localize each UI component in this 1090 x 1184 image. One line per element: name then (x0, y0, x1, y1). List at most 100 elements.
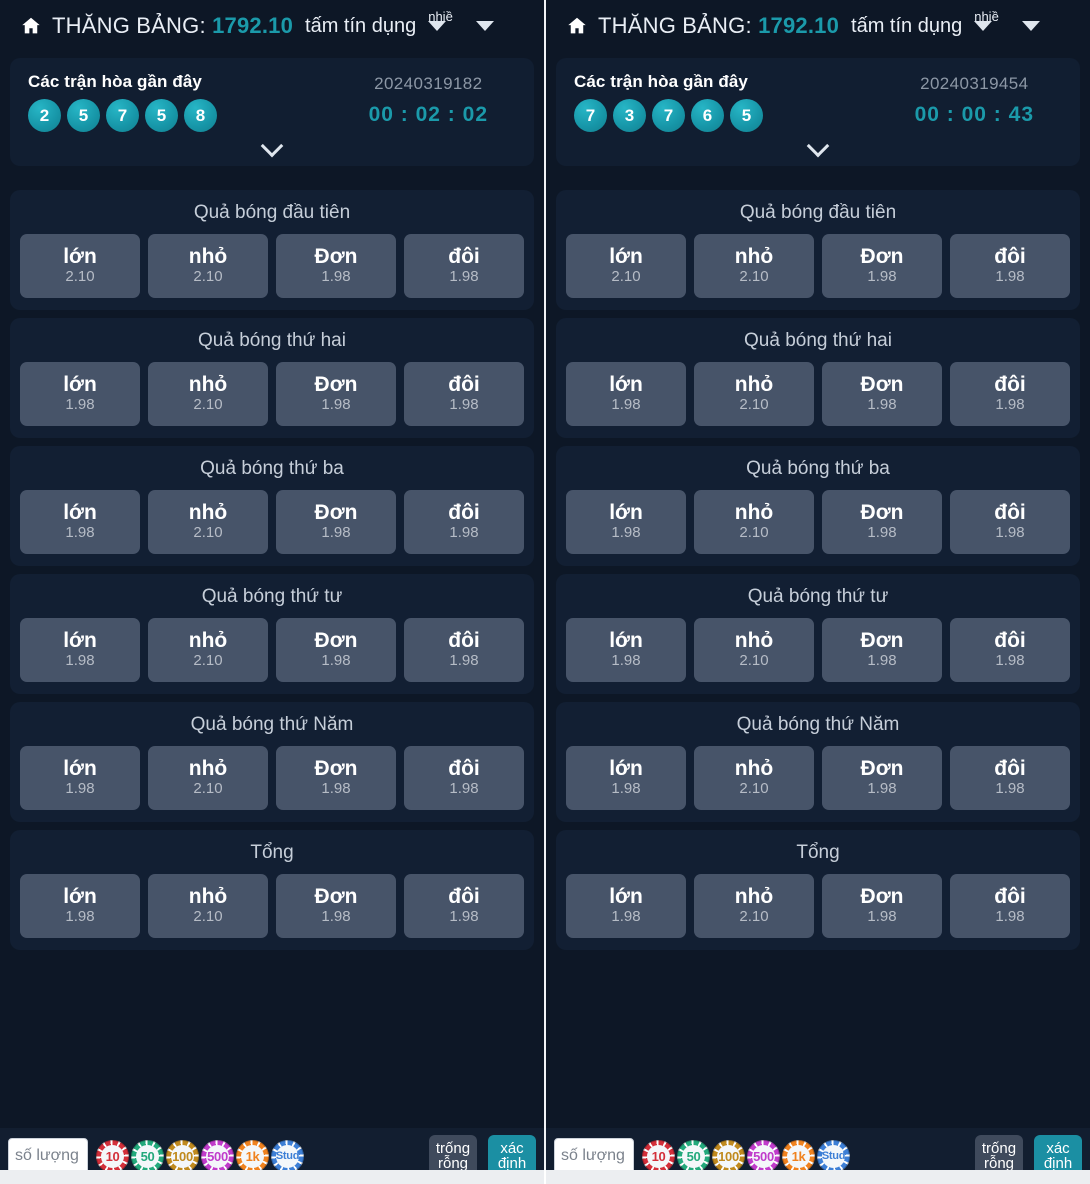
bet-button[interactable]: nhỏ 2.10 (148, 746, 268, 810)
bet-button[interactable]: đôi 1.98 (950, 618, 1070, 682)
amount-input[interactable] (8, 1138, 88, 1174)
bet-button[interactable]: đôi 1.98 (404, 618, 524, 682)
menu-chevron-down-icon[interactable] (476, 21, 495, 31)
market-section: Quả bóng thứ ba lớn 1.98 nhỏ 2.10 Đơn 1.98 … (556, 446, 1080, 566)
bet-button[interactable]: Đơn 1.98 (822, 618, 942, 682)
bet-button[interactable]: nhỏ 2.10 (694, 874, 814, 938)
bet-row: lớn 1.98 nhỏ 2.10 Đơn 1.98 đôi 1.98 (566, 874, 1070, 938)
chip-1k[interactable]: 1k (782, 1139, 815, 1173)
balance-amount: 1792.10 (758, 13, 840, 38)
bet-button[interactable]: lớn 1.98 (20, 874, 140, 938)
bet-button[interactable]: nhỏ 2.10 (148, 618, 268, 682)
bet-odd: 1.98 (995, 524, 1025, 542)
bet-name: nhỏ (188, 629, 228, 653)
bet-button[interactable]: nhỏ 2.10 (694, 746, 814, 810)
bet-button[interactable]: Đơn 1.98 (276, 362, 396, 426)
bet-button[interactable]: lớn 1.98 (566, 618, 686, 682)
bet-button[interactable]: nhỏ 2.10 (148, 490, 268, 554)
bet-button[interactable]: nhỏ 2.10 (148, 234, 268, 298)
home-icon[interactable] (566, 15, 588, 37)
chip-100[interactable]: 100 (712, 1139, 745, 1173)
amount-input[interactable] (554, 1138, 634, 1174)
menu-chevron-down-icon[interactable] (1022, 21, 1041, 31)
bet-odd: 1.98 (65, 524, 95, 542)
bet-button[interactable]: Đơn 1.98 (276, 490, 396, 554)
bet-row: lớn 1.98 nhỏ 2.10 Đơn 1.98 đôi 1.98 (566, 746, 1070, 810)
market-section: Quả bóng thứ ba lớn 1.98 nhỏ 2.10 Đơn 1.98 … (10, 446, 534, 566)
bet-odd: 1.98 (995, 780, 1025, 798)
chip-100[interactable]: 100 (166, 1139, 199, 1173)
bet-button[interactable]: Đơn 1.98 (822, 874, 942, 938)
market-title: Quả bóng đầu tiên (193, 202, 351, 223)
bet-row: lớn 1.98 nhỏ 2.10 Đơn 1.98 đôi 1.98 (20, 746, 524, 810)
bet-button[interactable]: Đơn 1.98 (822, 490, 942, 554)
bet-button[interactable]: Đơn 1.98 (822, 746, 942, 810)
bet-button[interactable]: nhỏ 2.10 (694, 362, 814, 426)
bet-button[interactable]: đôi 1.98 (404, 874, 524, 938)
bet-row: lớn 1.98 nhỏ 2.10 Đơn 1.98 đôi 1.98 (566, 490, 1070, 554)
expand-draws-button[interactable] (574, 132, 1062, 158)
bet-button[interactable]: Đơn 1.98 (276, 618, 396, 682)
bet-button[interactable]: lớn 1.98 (566, 490, 686, 554)
draw-ball: 8 (184, 99, 217, 132)
bet-button[interactable]: lớn 2.10 (20, 234, 140, 298)
bet-button[interactable]: nhỏ 2.10 (148, 874, 268, 938)
bet-button[interactable]: đôi 1.98 (950, 490, 1070, 554)
bet-button[interactable]: đôi 1.98 (404, 746, 524, 810)
market-section: Quả bóng thứ tư lớn 1.98 nhỏ 2.10 Đơn 1.98 … (556, 574, 1080, 694)
bet-button[interactable]: lớn 1.98 (566, 874, 686, 938)
chip-stud[interactable]: Stud (817, 1139, 850, 1173)
bet-button[interactable]: lớn 1.98 (20, 362, 140, 426)
chip-50[interactable]: 50 (677, 1139, 710, 1173)
chip-1k[interactable]: 1k (236, 1139, 269, 1173)
bet-button[interactable]: đôi 1.98 (404, 362, 524, 426)
bet-name: Đơn (314, 501, 358, 525)
bet-button[interactable]: lớn 1.98 (20, 618, 140, 682)
bet-button[interactable]: lớn 1.98 (566, 362, 686, 426)
bet-button[interactable]: lớn 2.10 (566, 234, 686, 298)
chip-50[interactable]: 50 (131, 1139, 164, 1173)
bet-button[interactable]: đôi 1.98 (950, 746, 1070, 810)
expand-draws-button[interactable] (28, 132, 516, 158)
app-header: THĂNG BẢNG: 1792.10 tấm tín dụng nhiề (546, 0, 1090, 52)
bet-button[interactable]: lớn 1.98 (20, 490, 140, 554)
bet-odd: 2.10 (739, 908, 769, 926)
chip-500[interactable]: 500 (747, 1139, 780, 1173)
credit-dropdown[interactable]: nhiề (974, 9, 999, 31)
chip-10[interactable]: 10 (96, 1139, 129, 1173)
bet-name: Đơn (860, 629, 904, 653)
bet-name: đôi (448, 885, 480, 909)
draw-info: 20240319182 00 : 02 : 02 (369, 72, 516, 127)
chip-stud[interactable]: Stud (271, 1139, 304, 1173)
bet-button[interactable]: Đơn 1.98 (276, 874, 396, 938)
chip-10[interactable]: 10 (642, 1139, 675, 1173)
bet-name: nhỏ (188, 501, 228, 525)
bet-button[interactable]: đôi 1.98 (950, 234, 1070, 298)
bet-button[interactable]: nhỏ 2.10 (694, 618, 814, 682)
bet-button[interactable]: Đơn 1.98 (276, 234, 396, 298)
bet-name: nhỏ (188, 373, 228, 397)
bet-name: đôi (994, 757, 1026, 781)
credit-dropdown[interactable]: nhiề (428, 9, 453, 31)
bet-odd: 1.98 (321, 524, 351, 542)
home-icon[interactable] (20, 15, 42, 37)
bet-button[interactable]: đôi 1.98 (950, 874, 1070, 938)
bet-button[interactable]: đôi 1.98 (404, 490, 524, 554)
bet-button[interactable]: đôi 1.98 (404, 234, 524, 298)
chip-500[interactable]: 500 (201, 1139, 234, 1173)
bet-button[interactable]: Đơn 1.98 (276, 746, 396, 810)
bet-name: lớn (609, 245, 643, 269)
bet-button[interactable]: lớn 1.98 (566, 746, 686, 810)
bet-button[interactable]: đôi 1.98 (950, 362, 1070, 426)
bet-odd: 1.98 (611, 396, 641, 414)
recent-draws-card: Các trận hòa gần đây 7 3 7 6 5 202403194… (556, 58, 1080, 166)
bet-odd: 1.98 (65, 780, 95, 798)
chip-label: Stud (821, 1149, 846, 1162)
bet-button[interactable]: nhỏ 2.10 (694, 490, 814, 554)
bet-button[interactable]: nhỏ 2.10 (694, 234, 814, 298)
bet-button[interactable]: nhỏ 2.10 (148, 362, 268, 426)
bet-button[interactable]: Đơn 1.98 (822, 234, 942, 298)
market-section: Quả bóng thứ Năm lớn 1.98 nhỏ 2.10 Đơn 1.98… (10, 702, 534, 822)
bet-button[interactable]: Đơn 1.98 (822, 362, 942, 426)
bet-button[interactable]: lớn 1.98 (20, 746, 140, 810)
